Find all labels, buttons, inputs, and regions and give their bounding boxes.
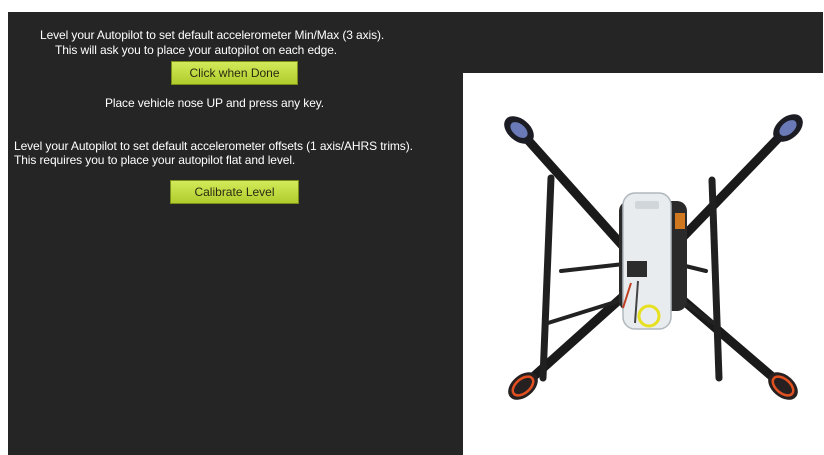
accel-intro-line1: Level your Autopilot to set default acce… (40, 28, 385, 42)
calibrate-level-button[interactable]: Calibrate Level (170, 180, 299, 204)
quadcopter-image (504, 114, 803, 400)
status-message: Place vehicle nose UP and press any key. (105, 96, 325, 110)
landing-leg-right (708, 176, 723, 382)
accel-intro-line2: This will ask you to place your autopilo… (55, 43, 338, 57)
level-intro-line1: Level your Autopilot to set default acce… (14, 139, 413, 153)
level-intro-line2: This requires you to place your autopilo… (14, 153, 296, 167)
drone-photo (463, 73, 824, 455)
click-when-done-button[interactable]: Click when Done (171, 61, 298, 85)
landing-leg-left (539, 174, 555, 382)
